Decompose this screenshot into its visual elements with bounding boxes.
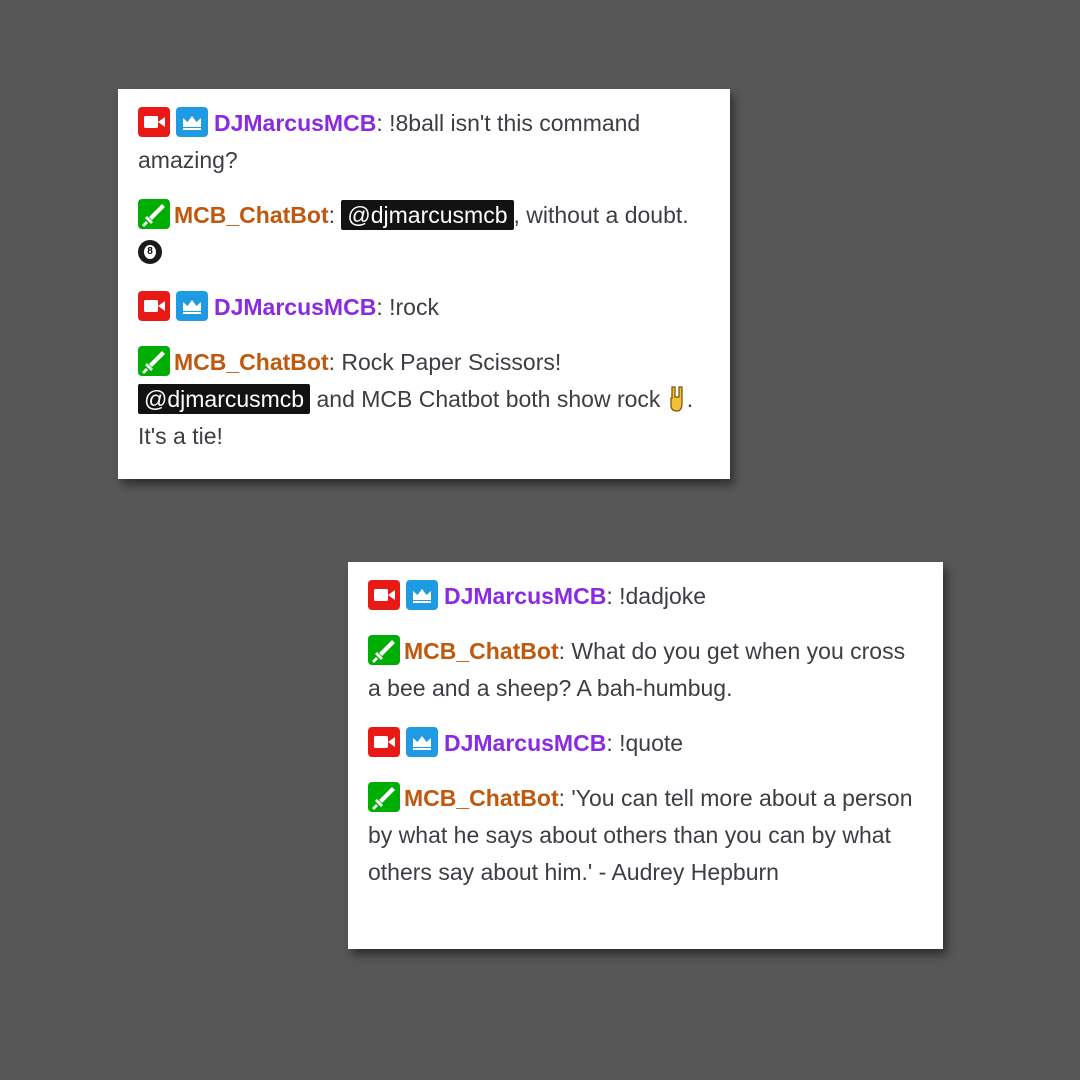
user-mention[interactable]: @djmarcusmcb xyxy=(341,200,514,230)
chat-username[interactable]: MCB_ChatBot xyxy=(174,349,329,375)
subscriber-crown-icon[interactable] xyxy=(406,727,438,757)
chat-message-text: Rock Paper Scissors! xyxy=(341,349,562,375)
chat-message: MCB_ChatBot: 'You can tell more about a … xyxy=(368,780,923,891)
chat-message-text: and MCB Chatbot both show rock xyxy=(316,386,661,412)
username-colon: : xyxy=(558,785,572,811)
username-colon: : xyxy=(606,730,620,756)
chat-username[interactable]: MCB_ChatBot xyxy=(404,638,559,664)
chat-message: DJMarcusMCB: !rock xyxy=(138,289,710,326)
broadcaster-icon[interactable] xyxy=(368,727,400,757)
chat-username[interactable]: DJMarcusMCB xyxy=(214,110,376,136)
username-colon: : xyxy=(376,110,390,136)
chat-message: DJMarcusMCB: !dadjoke xyxy=(368,578,923,615)
username-colon: : xyxy=(328,349,342,375)
chat-message: MCB_ChatBot: @djmarcusmcb, without a dou… xyxy=(138,197,710,271)
broadcaster-icon[interactable] xyxy=(138,291,170,321)
user-mention[interactable]: @djmarcusmcb xyxy=(138,384,311,414)
username-colon: : xyxy=(606,583,620,609)
chat-panel-1: DJMarcusMCB: !8ball isn't this command a… xyxy=(118,89,730,479)
chat-message: MCB_ChatBot: What do you get when you cr… xyxy=(368,633,923,707)
username-colon: : xyxy=(376,294,390,320)
moderator-sword-icon[interactable] xyxy=(138,199,170,229)
chat-message: DJMarcusMCB: !quote xyxy=(368,725,923,762)
moderator-sword-icon[interactable] xyxy=(368,782,400,812)
8-ball-icon xyxy=(138,240,162,264)
chat-username[interactable]: MCB_ChatBot xyxy=(174,202,329,228)
chat-username[interactable]: MCB_ChatBot xyxy=(404,785,559,811)
chat-username[interactable]: DJMarcusMCB xyxy=(214,294,376,320)
chat-username[interactable]: DJMarcusMCB xyxy=(444,730,606,756)
username-colon: : xyxy=(558,638,572,664)
chat-username[interactable]: DJMarcusMCB xyxy=(444,583,606,609)
subscriber-crown-icon[interactable] xyxy=(176,107,208,137)
rock-hand-icon xyxy=(670,386,683,412)
subscriber-crown-icon[interactable] xyxy=(406,580,438,610)
chat-panel-2: DJMarcusMCB: !dadjoke MCB_ChatBot: What … xyxy=(348,562,943,949)
chat-message-text: !dadjoke xyxy=(619,583,707,609)
chat-message-text: , without a doubt. xyxy=(513,202,689,228)
broadcaster-icon[interactable] xyxy=(138,107,170,137)
username-colon: : xyxy=(328,202,342,228)
moderator-sword-icon[interactable] xyxy=(138,346,170,376)
subscriber-crown-icon[interactable] xyxy=(176,291,208,321)
chat-message: DJMarcusMCB: !8ball isn't this command a… xyxy=(138,105,710,179)
chat-message-text: !quote xyxy=(619,730,684,756)
moderator-sword-icon[interactable] xyxy=(368,635,400,665)
chat-message-text: !rock xyxy=(389,294,439,320)
chat-message: MCB_ChatBot: Rock Paper Scissors! @djmar… xyxy=(138,344,710,455)
broadcaster-icon[interactable] xyxy=(368,580,400,610)
